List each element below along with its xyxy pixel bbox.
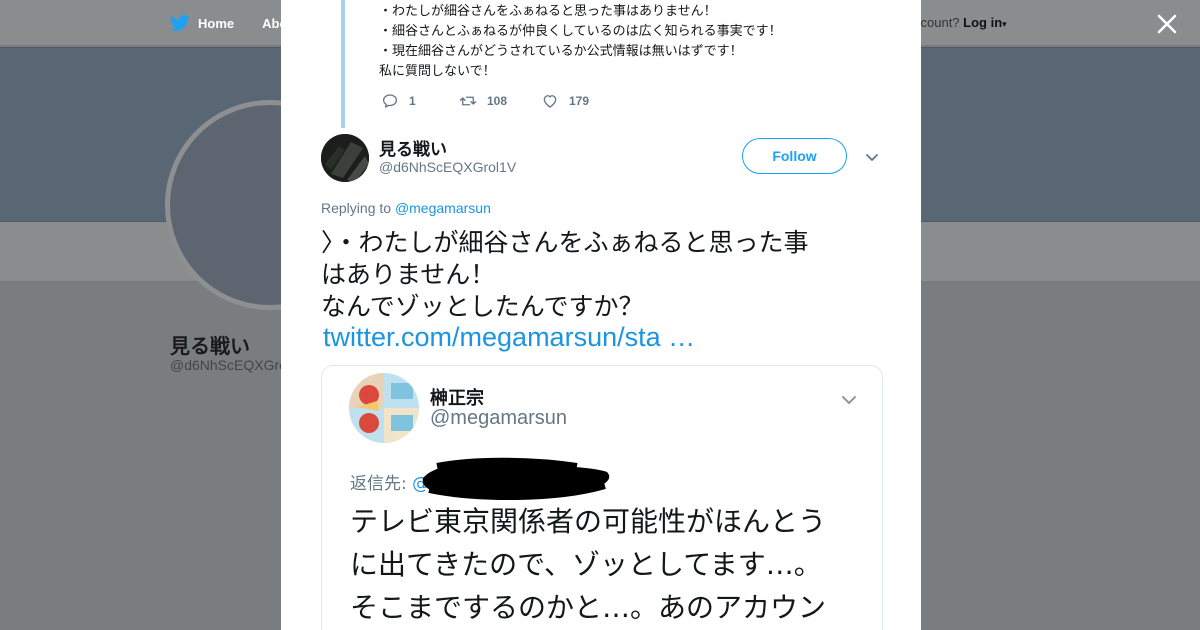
reply-count: 1 [409, 94, 416, 108]
quoted-avatar-image [349, 373, 419, 443]
avatar-image [321, 134, 369, 182]
parent-tweet-actions: 1 108 179 [381, 92, 589, 110]
quoted-text-line: に出てきたので、ゾッとしてます…。 [350, 548, 822, 581]
quoted-text-line: テレビ東京関係者の可能性がほんとう [350, 505, 827, 538]
parent-tweet-text: ・わたしが細谷さんをふぁねると思った事はありません！ ・細谷さんとふぁねるが仲良… [379, 2, 782, 82]
tweet-author-handle[interactable]: @d6NhScEQXGrol1V [379, 159, 516, 175]
chevron-down-icon [842, 396, 856, 404]
tweet-status-link[interactable]: twitter.com/megamarsun/sta … [323, 322, 695, 353]
caret-down-icon: ▾ [1002, 19, 1007, 29]
tweet-author-name[interactable]: 見る戦い [379, 135, 447, 160]
parent-tweet-line: ・細谷さんとふぁねるが仲良くしているのは広く知られる事実です！ [379, 24, 782, 39]
retweet-icon [459, 96, 477, 106]
retweet-button[interactable]: 108 [459, 92, 541, 110]
parent-tweet-line: ・現在細谷さんがどうされているか公式情報は無いはずです！ [379, 44, 743, 59]
like-icon [543, 95, 557, 108]
close-icon[interactable] [1155, 12, 1179, 36]
retweet-count: 108 [487, 94, 508, 108]
replying-to-prefix: Replying to [321, 200, 392, 216]
tweet-text: 〉・わたしが細谷さんをふぁねると思った事 はありません！ なんでゾッとしたんです… [321, 227, 891, 323]
quoted-tweet-text: テレビ東京関係者の可能性がほんとう に出てきたので、ゾッとしてます…。 そこまで… [350, 500, 870, 629]
parent-tweet-line: ・わたしが細谷さんをふぁねると思った事はありません！ [379, 4, 717, 19]
quoted-text-line: そこまでするのかと…。あのアカウン [350, 591, 827, 624]
tweet-text-line: はありません！ [321, 260, 496, 289]
nav-home-link[interactable]: Home [198, 16, 234, 31]
reply-icon [382, 94, 398, 108]
conversation-thread-line [341, 0, 345, 128]
background-nav: Home Abo [170, 14, 287, 32]
tweet-author-avatar[interactable] [321, 134, 369, 182]
follow-button[interactable]: Follow [742, 138, 847, 174]
twitter-bird-icon[interactable] [170, 14, 190, 32]
chevron-down-icon[interactable] [864, 149, 880, 165]
quoted-replying-prefix: 返信先: [350, 474, 407, 494]
profile-handle: @d6NhScEQXGro [170, 357, 287, 373]
like-button[interactable]: 179 [541, 92, 589, 110]
parent-tweet-line: 私に質問しないで！ [379, 64, 496, 79]
replying-to-handle-link[interactable]: @megamarsun [395, 200, 491, 216]
tweet-text-line: なんでゾッとしたんですか？ [321, 292, 644, 321]
reply-button[interactable]: 1 [381, 92, 459, 110]
attached-screenshot-image[interactable]: 榊正宗 @megamarsun 返信先: @ テレビ東京関係者の可能性がほんとう… [321, 365, 883, 630]
login-link[interactable]: Log in [963, 15, 1002, 30]
replying-to: Replying to @megamarsun [321, 200, 491, 216]
redaction-scribble [422, 457, 610, 500]
tweet-modal: ・わたしが細谷さんをふぁねると思った事はありません！ ・細谷さんとふぁねるが仲良… [281, 0, 921, 630]
quoted-author-avatar [349, 373, 419, 443]
quoted-author-handle: @megamarsun [430, 407, 568, 429]
login-prompt: ccount? Log in▾ [914, 15, 1007, 30]
tweet-text-line: 〉・わたしが細谷さんをふぁねると思った事 [321, 228, 809, 257]
like-count: 179 [569, 94, 590, 108]
profile-name: 見る戦い [170, 334, 250, 358]
